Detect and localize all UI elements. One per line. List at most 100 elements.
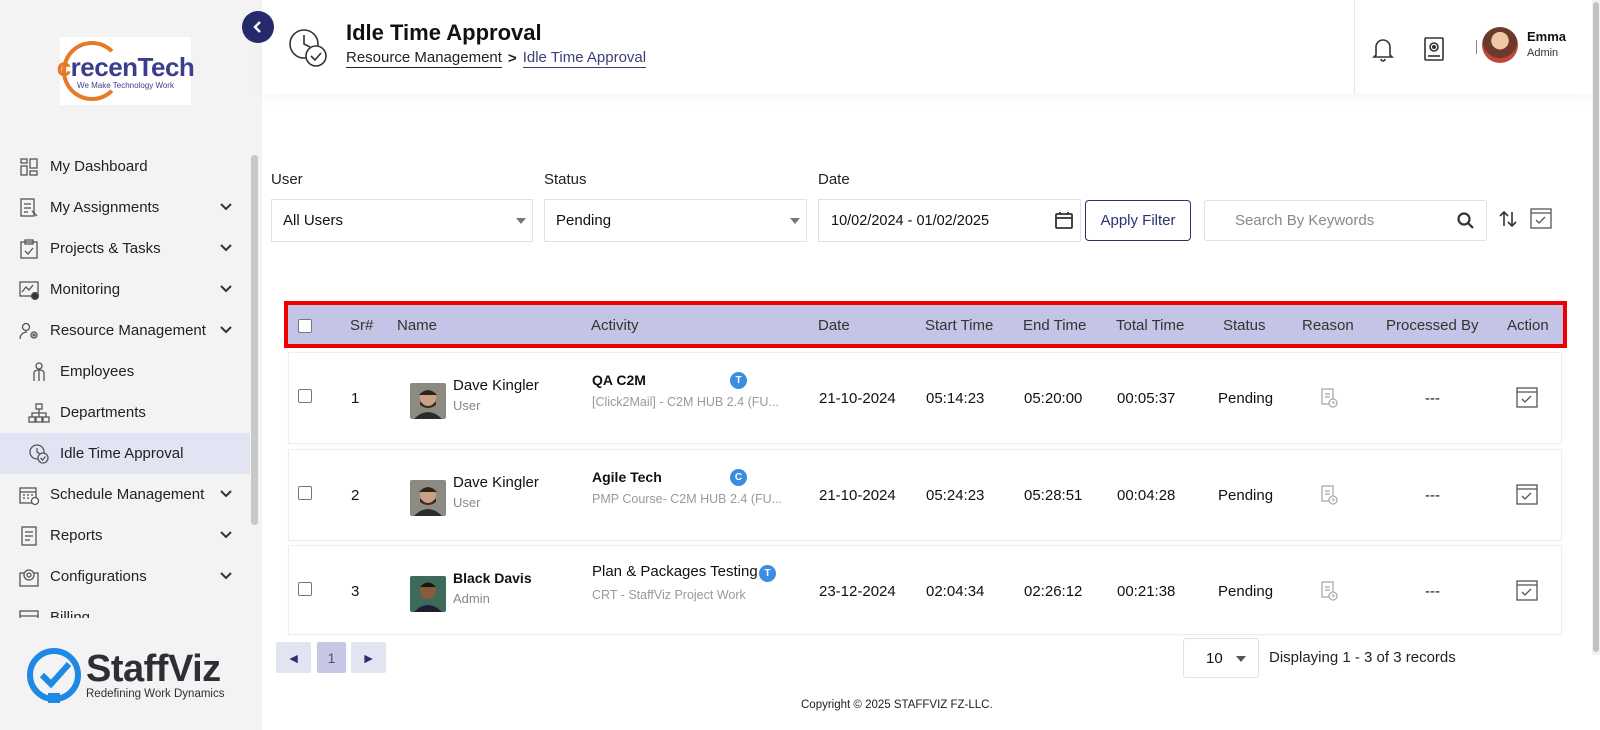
user-guide-icon[interactable] bbox=[1421, 35, 1447, 63]
activity-type-badge: C bbox=[730, 469, 747, 486]
reason-document-icon[interactable] bbox=[1319, 580, 1339, 602]
sidebar-item-resource-management[interactable]: Resource Management bbox=[0, 310, 250, 351]
row-processed-by: --- bbox=[1425, 487, 1440, 504]
row-checkbox[interactable] bbox=[298, 389, 312, 403]
sidebar-item-label: Reports bbox=[50, 527, 103, 544]
chevron-left-icon bbox=[253, 21, 261, 33]
col-start-time[interactable]: Start Time bbox=[925, 317, 993, 334]
col-processed-by[interactable]: Processed By bbox=[1386, 317, 1479, 334]
page-number-button[interactable]: 1 bbox=[317, 642, 346, 673]
breadcrumb-idle-time-approval[interactable]: Idle Time Approval bbox=[522, 49, 647, 68]
sidebar: crecenTech We Make Technology Work My Da… bbox=[0, 0, 262, 730]
config-icon bbox=[18, 566, 40, 588]
row-status: Pending bbox=[1218, 390, 1274, 407]
col-end-time[interactable]: End Time bbox=[1023, 317, 1086, 334]
select-all-checkbox[interactable] bbox=[298, 319, 312, 333]
sidebar-scrollbar-thumb[interactable] bbox=[251, 155, 258, 525]
col-date[interactable]: Date bbox=[818, 317, 850, 334]
sidebar-item-label: Configurations bbox=[50, 568, 147, 585]
row-start-time: 05:24:23 bbox=[926, 487, 985, 504]
col-reason[interactable]: Reason bbox=[1302, 317, 1354, 334]
sidebar-item-schedule-management[interactable]: Schedule Management bbox=[0, 474, 250, 515]
row-user-name: Black Davis bbox=[453, 570, 532, 586]
user-filter-select[interactable]: All Users bbox=[271, 199, 533, 242]
row-status: Pending bbox=[1218, 487, 1274, 504]
page-title: Idle Time Approval bbox=[346, 20, 542, 45]
sidebar-item-idle-time-approval[interactable]: Idle Time Approval bbox=[0, 433, 250, 474]
sidebar-item-my-dashboard[interactable]: My Dashboard bbox=[0, 146, 250, 187]
search-input[interactable]: Search By Keywords bbox=[1204, 200, 1487, 241]
approve-action-icon[interactable] bbox=[1515, 385, 1539, 409]
user-name[interactable]: Emma bbox=[1527, 29, 1566, 44]
sidebar-item-billing[interactable]: Billing bbox=[0, 597, 250, 618]
sort-icon[interactable] bbox=[1497, 208, 1519, 230]
sidebar-item-reports[interactable]: Reports bbox=[0, 515, 250, 556]
user-photo bbox=[410, 576, 446, 612]
row-checkbox[interactable] bbox=[298, 582, 312, 596]
caret-down-icon bbox=[790, 218, 800, 224]
sidebar-item-departments[interactable]: Departments bbox=[0, 392, 250, 433]
bell-icon[interactable] bbox=[1370, 35, 1396, 63]
row-project: CRT - StaffViz Project Work bbox=[592, 588, 746, 602]
reason-document-icon[interactable] bbox=[1319, 484, 1339, 506]
user-photo bbox=[410, 383, 446, 419]
row-total-time: 00:05:37 bbox=[1117, 390, 1176, 407]
top-header: Idle Time Approval Resource Management >… bbox=[262, 0, 1592, 94]
chevron-down-icon bbox=[220, 531, 232, 539]
col-name[interactable]: Name bbox=[397, 317, 437, 334]
col-total-time[interactable]: Total Time bbox=[1116, 317, 1184, 334]
sidebar-item-label: Monitoring bbox=[50, 281, 121, 298]
sidebar-item-label: My Dashboard bbox=[50, 158, 148, 175]
bulk-approve-icon[interactable] bbox=[1529, 206, 1553, 230]
avatar[interactable] bbox=[1482, 27, 1518, 63]
sidebar-item-label: Schedule Management bbox=[50, 486, 205, 503]
row-activity: QA C2M bbox=[592, 372, 646, 388]
row-sr: 1 bbox=[351, 390, 360, 407]
brand-tagline: Redefining Work Dynamics bbox=[86, 688, 225, 700]
status-filter-value: Pending bbox=[556, 212, 612, 229]
breadcrumb-resource-management[interactable]: Resource Management bbox=[346, 49, 502, 68]
sidebar-item-configurations[interactable]: Configurations bbox=[0, 556, 250, 597]
calendar-icon[interactable] bbox=[1054, 210, 1074, 230]
staffviz-mark-icon bbox=[24, 645, 84, 705]
chevron-down-icon bbox=[220, 572, 232, 580]
header-divider bbox=[1354, 0, 1355, 94]
next-page-button[interactable]: ► bbox=[351, 642, 386, 673]
date-range-input[interactable]: 10/02/2024 - 01/02/2025 bbox=[818, 199, 1081, 242]
col-action[interactable]: Action bbox=[1507, 317, 1549, 334]
sidebar-item-monitoring[interactable]: Monitoring bbox=[0, 269, 250, 310]
page-scrollbar-thumb[interactable] bbox=[1593, 2, 1599, 652]
copyright: Copyright © 2025 STAFFVIZ FZ-LLC. bbox=[801, 699, 993, 711]
row-processed-by: --- bbox=[1425, 390, 1440, 407]
sidebar-item-my-assignments[interactable]: My Assignments bbox=[0, 187, 250, 228]
brand-name: StaffViz bbox=[86, 648, 221, 690]
org-chart-icon bbox=[28, 402, 50, 424]
sidebar-collapse-button[interactable] bbox=[242, 11, 274, 43]
status-filter-select[interactable]: Pending bbox=[544, 199, 807, 242]
row-activity: Plan & Packages Testing bbox=[592, 563, 758, 580]
prev-page-button[interactable]: ◄ bbox=[276, 642, 311, 673]
report-icon bbox=[18, 525, 40, 547]
reason-document-icon[interactable] bbox=[1319, 387, 1339, 409]
chevron-down-icon bbox=[220, 203, 232, 211]
assignments-icon bbox=[18, 197, 40, 219]
calendar-icon bbox=[18, 484, 40, 506]
user-filter-value: All Users bbox=[283, 212, 344, 229]
col-activity[interactable]: Activity bbox=[591, 317, 639, 334]
sidebar-item-projects-tasks[interactable]: Projects & Tasks bbox=[0, 228, 250, 269]
chevron-down-icon bbox=[220, 244, 232, 252]
approve-action-icon[interactable] bbox=[1515, 578, 1539, 602]
row-user-role: Admin bbox=[453, 591, 490, 606]
approve-action-icon[interactable] bbox=[1515, 482, 1539, 506]
sidebar-item-employees[interactable]: Employees bbox=[0, 351, 250, 392]
row-processed-by: --- bbox=[1425, 583, 1440, 600]
row-checkbox[interactable] bbox=[298, 486, 312, 500]
apply-filter-button[interactable]: Apply Filter bbox=[1085, 200, 1191, 241]
per-page-select[interactable]: 10 bbox=[1183, 638, 1259, 678]
col-status[interactable]: Status bbox=[1223, 317, 1266, 334]
monitoring-icon bbox=[18, 279, 40, 301]
chevron-down-icon bbox=[220, 326, 232, 334]
col-sr[interactable]: Sr# bbox=[350, 317, 373, 334]
search-icon[interactable] bbox=[1456, 211, 1476, 231]
row-user-role: User bbox=[453, 495, 481, 510]
